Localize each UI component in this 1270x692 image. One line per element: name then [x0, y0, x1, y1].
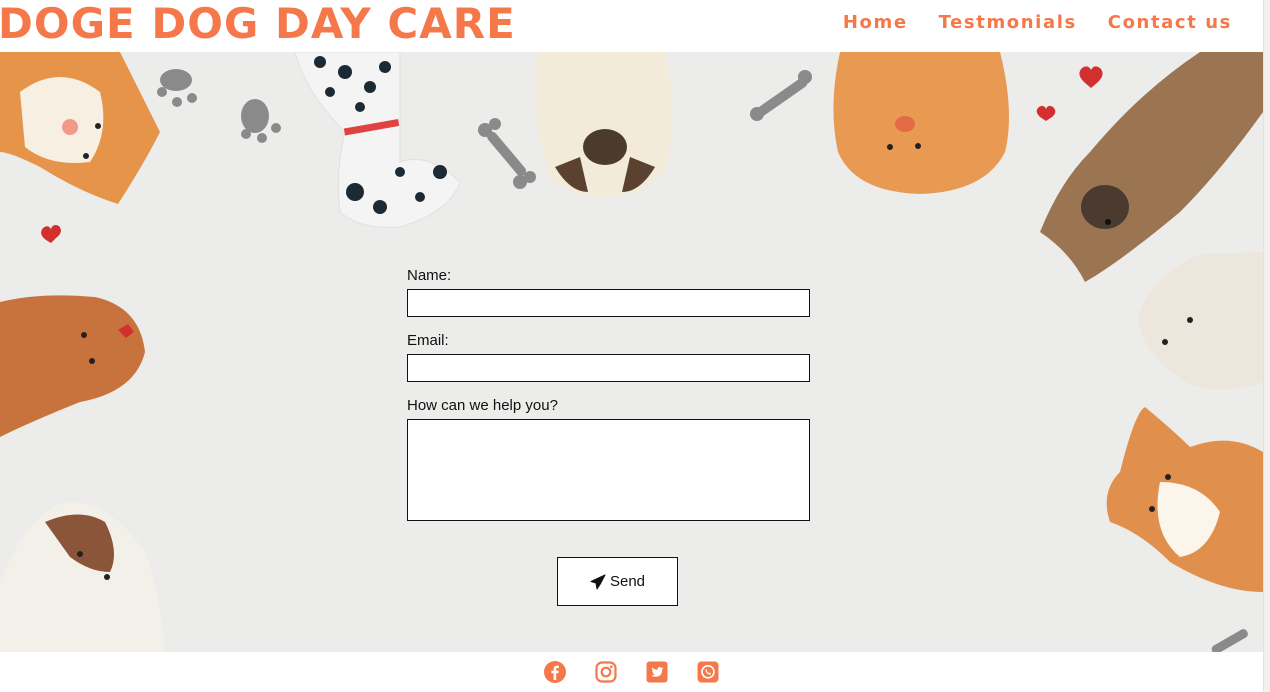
- name-field[interactable]: [407, 289, 810, 317]
- pug-illustration: [535, 52, 673, 197]
- corgi-illustration: [0, 52, 160, 204]
- message-label: How can we help you?: [407, 397, 558, 414]
- paper-plane-icon: [590, 574, 606, 589]
- facebook-link[interactable]: [543, 660, 567, 684]
- instagram-icon: [595, 661, 617, 683]
- instagram-link[interactable]: [594, 660, 618, 684]
- contact-form: Name: Email: How can we help you? Send: [407, 267, 811, 606]
- main-nav: Home Testmonials Contact us: [843, 12, 1232, 33]
- message-textarea[interactable]: [407, 419, 810, 521]
- whatsapp-icon: [697, 661, 719, 683]
- bone-small-decoration: [1211, 629, 1248, 652]
- page-scrollbar[interactable]: [1263, 0, 1270, 692]
- brand-title[interactable]: DOGE DOG DAY CARE: [0, 0, 516, 48]
- nav-testimonials-link[interactable]: Testmonials: [939, 12, 1077, 33]
- site-header: DOGE DOG DAY CARE Home Testmonials Conta…: [0, 0, 1263, 52]
- nav-home-link[interactable]: Home: [843, 12, 908, 33]
- twitter-link[interactable]: [645, 660, 669, 684]
- shiba-illustration: [833, 52, 1009, 194]
- dalmatian-illustration: [294, 52, 461, 228]
- email-field[interactable]: [407, 354, 810, 382]
- terrier-illustration: [0, 502, 165, 652]
- email-label: Email:: [407, 332, 449, 349]
- name-label: Name:: [407, 267, 452, 284]
- twitter-icon: [646, 661, 668, 683]
- paw-prints: [157, 69, 281, 143]
- fluffy-dog-illustration: [1138, 252, 1263, 390]
- send-button[interactable]: Send: [557, 557, 678, 606]
- send-button-label: Send: [609, 573, 646, 590]
- nav-contact-link[interactable]: Contact us: [1108, 12, 1232, 33]
- shepherd-illustration: [1040, 52, 1263, 282]
- yorkie-illustration: [0, 295, 145, 437]
- corgi-right-illustration: [1106, 407, 1263, 592]
- site-footer: [0, 652, 1263, 692]
- contact-hero: Name: Email: How can we help you? Send: [0, 52, 1263, 652]
- whatsapp-link[interactable]: [696, 660, 720, 684]
- facebook-icon: [544, 661, 566, 683]
